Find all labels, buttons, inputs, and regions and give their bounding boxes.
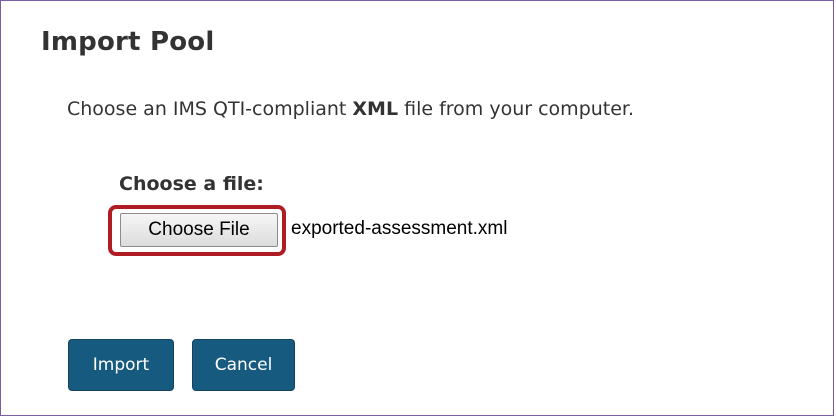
dialog-title: Import Pool — [41, 27, 215, 57]
selected-file-name: exported-assessment.xml — [291, 218, 508, 239]
import-button[interactable]: Import — [68, 339, 174, 391]
instructions-text: Choose an IMS QTI-compliant XML file fro… — [67, 98, 634, 120]
instructions-after: file from your computer. — [398, 98, 635, 120]
file-field-label: Choose a file: — [119, 173, 264, 195]
cancel-button[interactable]: Cancel — [192, 339, 295, 391]
instructions-emphasis: XML — [352, 98, 399, 120]
instructions-before: Choose an IMS QTI-compliant — [67, 98, 353, 120]
choose-file-button[interactable]: Choose File — [120, 213, 278, 247]
import-pool-dialog: Import Pool Choose an IMS QTI-compliant … — [0, 0, 834, 416]
